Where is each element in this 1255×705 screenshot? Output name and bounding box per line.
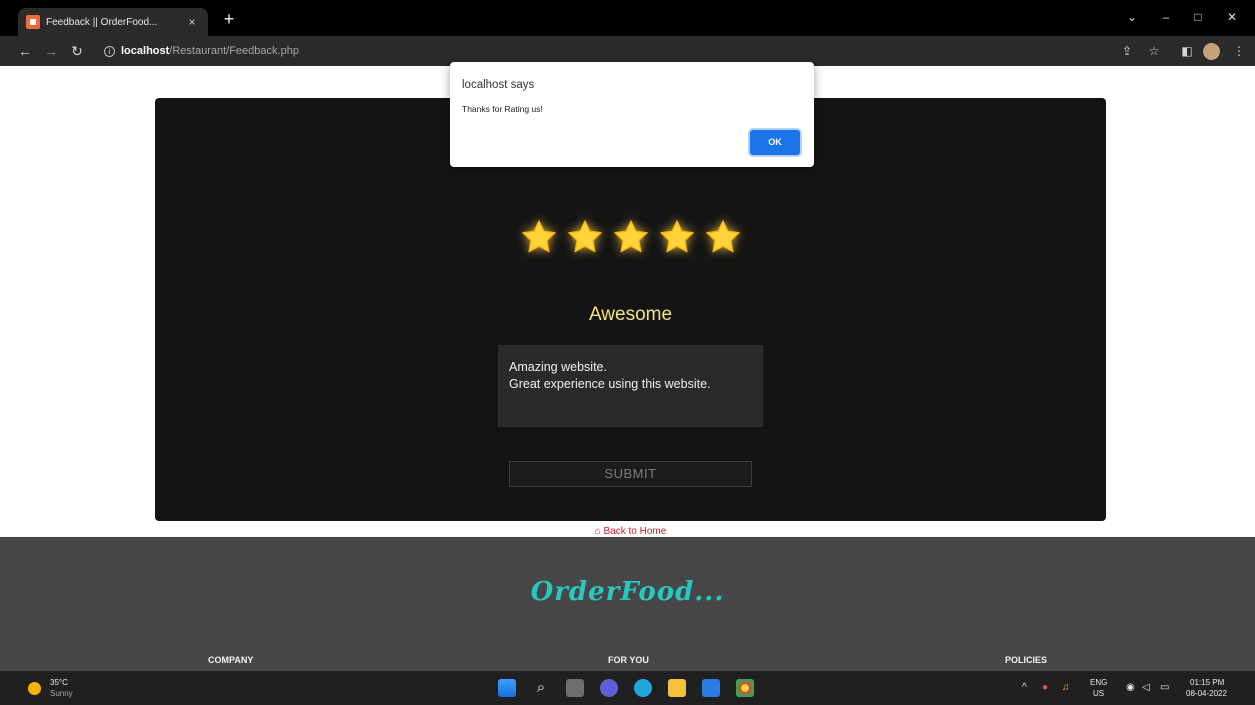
url-host: localhost xyxy=(121,45,170,57)
edge-icon[interactable] xyxy=(634,679,652,697)
star-5-icon[interactable] xyxy=(704,218,742,268)
sun-icon[interactable] xyxy=(28,682,41,695)
maximize-button[interactable]: □ xyxy=(1184,6,1212,28)
language-bottom[interactable]: US xyxy=(1093,689,1104,698)
chat-icon[interactable] xyxy=(600,679,618,697)
dialog-title: localhost says xyxy=(462,79,535,91)
chevron-up-icon[interactable]: ^ xyxy=(1022,682,1027,693)
clock-time[interactable]: 01:15 PM xyxy=(1190,678,1224,687)
footer-logo[interactable]: OrderFood... xyxy=(0,577,1255,607)
share-icon[interactable]: ⇪ xyxy=(1118,42,1136,60)
chrome-icon[interactable] xyxy=(736,679,754,697)
home-icon: ⌂ xyxy=(594,526,601,537)
browser-tab[interactable]: Feedback || OrderFood... × xyxy=(18,8,208,36)
file-explorer-icon[interactable] xyxy=(668,679,686,697)
volume-icon[interactable]: ◁ xyxy=(1142,682,1150,693)
star-rating[interactable] xyxy=(155,218,1106,268)
back-to-home-label: Back to Home xyxy=(603,526,667,537)
wifi-icon[interactable]: ◉ xyxy=(1126,682,1135,693)
back-arrow-icon[interactable]: ← xyxy=(14,40,36,62)
rating-label: Awesome xyxy=(588,304,673,325)
network-alert-icon[interactable]: ● xyxy=(1042,682,1048,693)
footer-col-policies: POLICIES xyxy=(1005,655,1048,665)
mail-icon[interactable] xyxy=(702,679,720,697)
feedback-textarea[interactable]: Amazing website. Great experience using … xyxy=(498,345,763,427)
tab-title: Feedback || OrderFood... xyxy=(46,16,158,28)
microphone-icon[interactable]: ♫ xyxy=(1062,682,1070,693)
tab-search-icon[interactable]: ⌄ xyxy=(1118,6,1146,28)
language-top[interactable]: ENG xyxy=(1090,678,1107,687)
site-info-icon[interactable]: i xyxy=(104,45,115,57)
footer-col-company: COMPANY xyxy=(208,655,254,665)
battery-icon[interactable]: ▭ xyxy=(1160,682,1169,693)
ok-button[interactable]: OK xyxy=(750,130,800,155)
clock-date[interactable]: 08-04-2022 xyxy=(1186,689,1227,698)
menu-kebab-icon[interactable]: ⋮ xyxy=(1230,42,1248,60)
comment-line: Great experience using this website. xyxy=(509,377,711,391)
minimize-button[interactable]: – xyxy=(1152,6,1180,28)
submit-button[interactable]: SUBMIT xyxy=(509,461,752,487)
site-favicon-icon xyxy=(26,15,40,29)
star-4-icon[interactable] xyxy=(658,218,696,268)
windows-start-icon[interactable] xyxy=(498,679,516,697)
reload-icon[interactable]: ↻ xyxy=(66,40,88,62)
close-window-button[interactable]: ✕ xyxy=(1218,6,1246,28)
windows-taskbar: 35°C Sunny ⌕ ^ ● ♫ ENG US ◉ ◁ ▭ 01:15 PM… xyxy=(0,671,1255,705)
weather-condition[interactable]: Sunny xyxy=(50,689,73,698)
back-to-home-link[interactable]: ⌂ Back to Home xyxy=(155,526,1106,537)
profile-avatar[interactable] xyxy=(1203,43,1220,60)
dialog-message: Thanks for Rating us! xyxy=(462,104,543,114)
new-tab-button[interactable]: + xyxy=(218,8,240,30)
task-view-icon[interactable] xyxy=(566,679,584,697)
star-2-icon[interactable] xyxy=(566,218,604,268)
tab-close-icon[interactable]: × xyxy=(184,15,200,29)
bookmark-star-icon[interactable]: ☆ xyxy=(1145,42,1163,60)
url-path: /Restaurant/Feedback.php xyxy=(169,45,299,57)
comment-line: Amazing website. xyxy=(509,360,607,374)
side-panel-icon[interactable]: ◧ xyxy=(1178,42,1196,60)
footer-col-for-you: FOR YOU xyxy=(608,655,649,665)
weather-temperature[interactable]: 35°C xyxy=(50,678,68,687)
star-1-icon[interactable] xyxy=(520,218,558,268)
url-bar[interactable]: i localhost/Restaurant/Feedback.php xyxy=(96,40,1106,62)
alert-dialog: localhost says Thanks for Rating us! OK xyxy=(450,62,814,167)
browser-tab-bar: Feedback || OrderFood... × + ⌄ – □ ✕ xyxy=(0,0,1255,36)
star-3-icon[interactable] xyxy=(612,218,650,268)
forward-arrow-icon[interactable]: → xyxy=(40,40,62,62)
site-footer: OrderFood... COMPANY FOR YOU POLICIES xyxy=(0,537,1255,671)
search-icon[interactable]: ⌕ xyxy=(532,679,550,697)
